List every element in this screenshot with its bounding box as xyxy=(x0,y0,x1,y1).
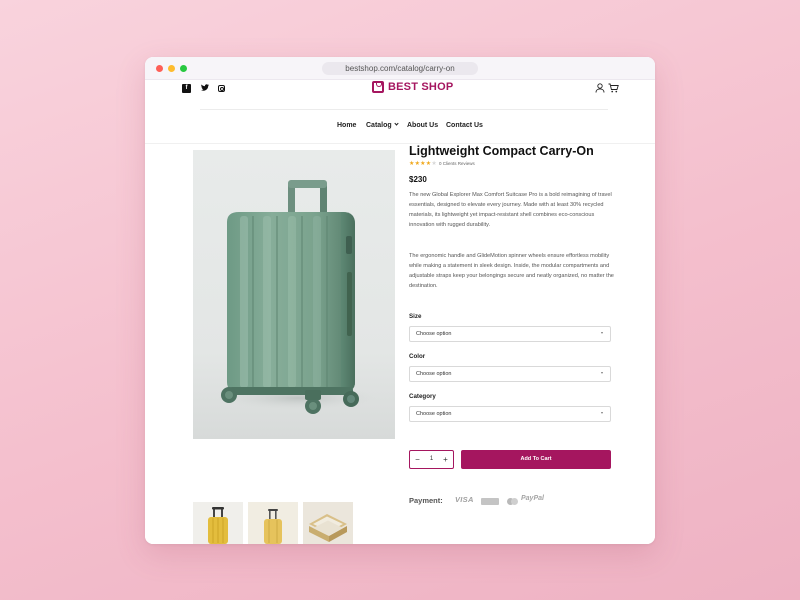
shop-page: f BEST SHOP Home Catalog About Us Contac… xyxy=(145,80,655,544)
quantity-decrease-button[interactable]: − xyxy=(410,451,425,468)
paypal-icon: PayPal xyxy=(521,495,544,502)
logo-text: BEST SHOP xyxy=(388,81,454,93)
green-suitcase-illustration xyxy=(218,180,378,414)
size-select[interactable]: Choose option xyxy=(409,326,611,342)
yellow-suitcase-thumb-image xyxy=(264,509,282,544)
main-nav: Home Catalog About Us Contact Us xyxy=(145,121,655,134)
color-select[interactable]: Choose option xyxy=(409,366,611,382)
header-divider xyxy=(200,109,608,110)
quantity-value[interactable]: 1 xyxy=(425,451,438,468)
thumbnail-open-suitcase[interactable] xyxy=(303,502,353,544)
payment-label: Payment: xyxy=(409,496,443,505)
browser-window: bestshop.com/catalog/carry-on f BEST SHO… xyxy=(145,57,655,544)
minimize-window-button[interactable] xyxy=(168,65,175,72)
color-select-value: Choose option xyxy=(416,371,452,377)
nav-catalog[interactable]: Catalog xyxy=(366,121,399,129)
quantity-stepper: − 1 + xyxy=(409,450,454,469)
size-select-value: Choose option xyxy=(416,331,452,337)
product-title: Lightweight Compact Carry-On xyxy=(409,144,594,158)
close-window-button[interactable] xyxy=(156,65,163,72)
caret-down-icon xyxy=(601,332,603,334)
category-select[interactable]: Choose option xyxy=(409,406,611,422)
shop-logo[interactable]: BEST SHOP xyxy=(372,80,453,94)
user-icon[interactable] xyxy=(595,83,605,93)
visa-icon: VISA xyxy=(455,495,474,504)
nav-home[interactable]: Home xyxy=(337,122,356,129)
facebook-icon[interactable]: f xyxy=(182,84,191,93)
address-bar[interactable]: bestshop.com/catalog/carry-on xyxy=(322,62,478,75)
mastercard-icon xyxy=(507,498,519,505)
amex-icon xyxy=(481,498,499,505)
rating-stars: ★★★★★ xyxy=(409,160,437,167)
nav-contact[interactable]: Contact Us xyxy=(446,122,483,129)
twitter-icon[interactable] xyxy=(200,84,209,93)
empty-star: ★ xyxy=(431,161,437,167)
add-to-cart-button[interactable]: Add To Cart xyxy=(461,450,611,469)
thumbnail-yellow-suitcase-1[interactable] xyxy=(193,502,243,544)
cart-icon[interactable] xyxy=(608,83,619,93)
caret-down-icon xyxy=(601,412,603,414)
chevron-down-icon xyxy=(394,121,399,126)
product-main-image[interactable] xyxy=(193,150,395,439)
product-price: $230 xyxy=(409,175,427,184)
open-suitcase-thumb-image xyxy=(309,514,347,542)
size-label: Size xyxy=(409,313,422,320)
reviews-count[interactable]: 0 Clients Reviews xyxy=(439,161,475,166)
yellow-suitcase-thumb-image xyxy=(208,507,228,544)
nav-catalog-label: Catalog xyxy=(366,122,392,129)
caret-down-icon xyxy=(601,372,603,374)
maximize-window-button[interactable] xyxy=(180,65,187,72)
nav-about[interactable]: About Us xyxy=(407,122,438,129)
filled-stars: ★★★★ xyxy=(409,161,432,167)
category-label: Category xyxy=(409,393,436,400)
instagram-icon[interactable] xyxy=(218,85,225,92)
browser-titlebar: bestshop.com/catalog/carry-on xyxy=(145,57,655,80)
product-description-1: The new Global Explorer Max Comfort Suit… xyxy=(409,192,612,228)
thumbnail-yellow-suitcase-2[interactable] xyxy=(248,502,298,544)
product-description-2: The ergonomic handle and GlideMotion spi… xyxy=(409,253,614,289)
color-label: Color xyxy=(409,353,426,360)
category-select-value: Choose option xyxy=(416,411,452,417)
quantity-increase-button[interactable]: + xyxy=(438,451,453,468)
shopping-bag-icon xyxy=(372,81,384,93)
